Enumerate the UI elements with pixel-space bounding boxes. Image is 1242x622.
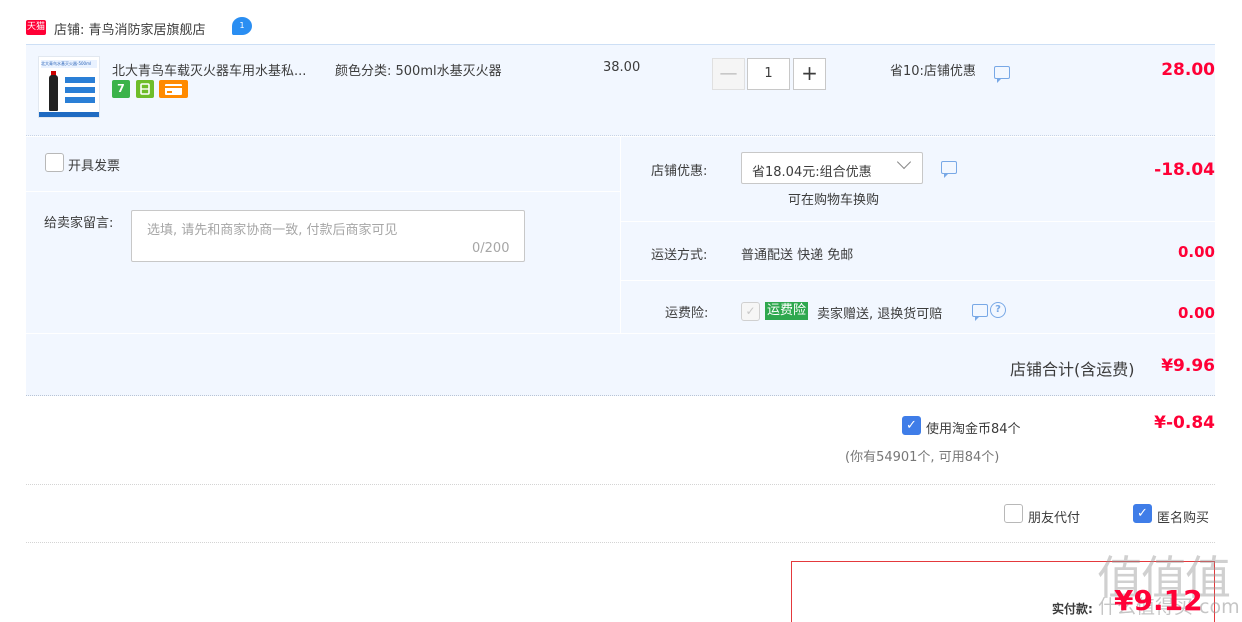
credit-card-icon[interactable]	[159, 80, 188, 98]
row-divider	[26, 191, 620, 192]
comment-icon[interactable]	[941, 161, 957, 178]
shop-discount-value: 省18.04元:组合优惠	[752, 165, 872, 180]
comment-icon[interactable]	[994, 66, 1010, 83]
shipping-method: 普通配送 快递 免邮	[741, 248, 854, 263]
message-placeholder: 选填, 请先和商家协商一致, 付款后商家可见	[147, 223, 398, 238]
help-icon[interactable]: ?	[990, 302, 1006, 318]
bottle-shape	[49, 75, 58, 111]
row-divider	[621, 221, 1215, 222]
card-glyph	[165, 84, 182, 95]
friend-pay-checkbox[interactable]	[1004, 504, 1023, 523]
delivery-glyph	[140, 83, 150, 95]
item-total: 28.00	[1161, 60, 1215, 80]
section-divider	[26, 542, 1215, 543]
anonymous-purchase-label: 匿名购买	[1157, 511, 1210, 526]
product-thumbnail[interactable]: 北大青鸟水基灭火器-500ml	[38, 56, 100, 118]
seven-day-return-icon[interactable]: 7	[112, 80, 130, 98]
item-row	[26, 44, 1215, 136]
insurance-tag: 运费险	[765, 302, 809, 320]
unit-price: 38.00	[603, 60, 641, 75]
quantity-input[interactable]: 1	[747, 58, 790, 90]
shipping-label: 运送方式:	[651, 248, 708, 263]
comment-icon[interactable]	[972, 304, 988, 321]
product-sku: 颜色分类: 500ml水基灭火器	[335, 64, 502, 79]
quantity-decrease-button[interactable]: —	[712, 58, 745, 90]
quantity-increase-button[interactable]: +	[793, 58, 826, 90]
insurance-amount: 0.00	[1177, 304, 1215, 322]
tmall-badge: 天猫	[26, 20, 46, 35]
thumb-strip	[65, 87, 95, 93]
shipping-amount: 0.00	[1177, 243, 1215, 261]
row-divider	[621, 280, 1215, 281]
anonymous-purchase-checkbox[interactable]: ✓	[1133, 504, 1152, 523]
shop-subtotal-amount: ¥9.96	[1161, 356, 1215, 376]
thumb-strip	[65, 77, 95, 83]
actual-payment-amount: ¥9.12	[1114, 584, 1203, 617]
actual-payment-label: 实付款:	[1052, 602, 1093, 616]
use-coins-label: 使用淘金币84个	[926, 422, 1021, 437]
coins-deduction-amount: ¥-0.84	[1154, 413, 1215, 433]
shop-subtotal-label: 店铺合计(含运费)	[1010, 360, 1135, 379]
swap-hint: 可在购物车换购	[788, 193, 880, 208]
invoice-label: 开具发票	[68, 159, 121, 174]
message-label: 给卖家留言:	[44, 216, 114, 231]
wangwang-chat-icon[interactable]: 1	[232, 17, 252, 35]
thumb-strip	[65, 97, 95, 103]
item-discount-text: 省10:店铺优惠	[890, 64, 976, 79]
thumb-footer	[39, 112, 99, 117]
insurance-description: 卖家赠送, 退换货可赔	[817, 307, 943, 322]
friend-pay-label: 朋友代付	[1028, 511, 1081, 526]
insurance-checkbox: ✓	[741, 302, 760, 321]
invoice-checkbox[interactable]	[45, 153, 64, 172]
insurance-label: 运费险:	[665, 306, 709, 321]
section-divider	[26, 484, 1215, 485]
row-divider	[26, 333, 1215, 334]
shop-name-link[interactable]: 店铺: 青鸟消防家居旗舰店	[54, 19, 206, 38]
coins-balance-note: (你有54901个, 可用84个)	[845, 450, 1000, 465]
column-divider	[620, 137, 621, 333]
shop-discount-amount: -18.04	[1154, 160, 1215, 180]
use-coins-checkbox[interactable]: ✓	[902, 416, 921, 435]
message-char-count: 0/200	[472, 241, 510, 256]
shop-discount-label: 店铺优惠:	[651, 164, 708, 179]
delivery-service-icon[interactable]	[136, 80, 154, 98]
product-title-link[interactable]: 北大青鸟车载灭火器车用水基私...	[112, 60, 306, 79]
thumbnail-caption: 北大青鸟水基灭火器-500ml	[41, 60, 97, 68]
